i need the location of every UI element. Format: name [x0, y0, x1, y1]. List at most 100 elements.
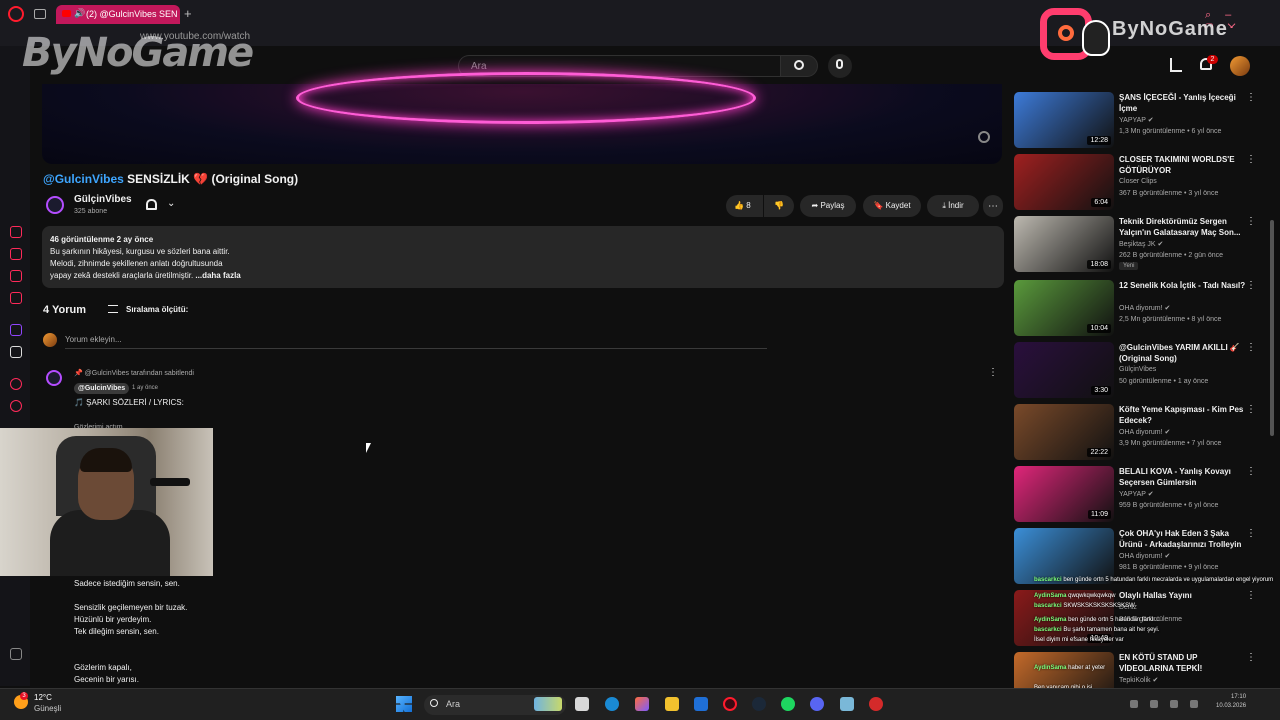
rail-history-icon[interactable] [10, 226, 22, 238]
taskbar-search-icon[interactable] [430, 699, 438, 707]
edge-icon[interactable] [605, 697, 619, 711]
tray-chevron-icon[interactable] [1130, 700, 1138, 708]
sort-button[interactable]: Sıralama ölçütü: [126, 305, 188, 314]
discord-icon[interactable] [810, 697, 824, 711]
recommendation-item[interactable]: 11:09 BELALI KOVA - Yanlış Kovayı Seçerse… [1012, 464, 1267, 522]
search-icon[interactable] [794, 60, 804, 70]
description-line: yapay zekâ destekli araçlarla üretilmişt… [50, 271, 194, 280]
channel-name[interactable]: GülçinVibes [74, 194, 132, 205]
taskbar-widget-icon[interactable] [534, 697, 562, 711]
recommendation-thumbnail[interactable]: 10:04 [1014, 280, 1114, 336]
subscribe-bell-icon[interactable] [146, 199, 157, 210]
recommendation-title[interactable]: 12 Senelik Kola İçtik - Tadı Nasıl? [1119, 280, 1251, 291]
share-button[interactable]: ➦ Paylaş [800, 195, 856, 217]
rail-x-icon[interactable] [10, 346, 22, 358]
new-tab-button[interactable]: + [184, 6, 192, 21]
steam-icon[interactable] [752, 697, 766, 711]
file-explorer-icon[interactable] [665, 697, 679, 711]
scrollbar[interactable] [1270, 220, 1274, 436]
channel-watermark-icon[interactable] [978, 131, 990, 143]
recommendation-channel[interactable]: YAPYAP ✔ [1119, 490, 1154, 498]
recommendation-channel[interactable]: OHA diyorum! ✔ [1119, 428, 1170, 436]
rail-gx-icon[interactable] [10, 648, 22, 660]
recommendation-channel[interactable]: YAPYAP ✔ [1119, 116, 1154, 124]
mic-icon[interactable] [836, 59, 843, 69]
comment-author[interactable]: @GulcinVibes [74, 383, 130, 394]
rail-player-icon[interactable] [10, 378, 22, 390]
recommendation-title[interactable]: @GulcinVibes YARIM AKILLI 🎸 (Original So… [1119, 342, 1251, 364]
video-description[interactable]: 46 görüntülenme 2 ay önce Bu şarkının hi… [42, 226, 1004, 288]
recommendation-title[interactable]: ŞANS İÇECEĞİ - Yanlış İçeceği İçme [1119, 92, 1251, 114]
comment-input[interactable]: Yorum ekleyin... [65, 335, 767, 349]
recommendation-item[interactable]: 12:28 ŞANS İÇECEĞİ - Yanlış İçeceği İçme Y… [1012, 90, 1267, 148]
comment-menu-icon[interactable]: ⋮ [988, 367, 998, 378]
recommendation-thumbnail[interactable]: 3:30 [1014, 342, 1114, 398]
recommendation-thumbnail[interactable]: 6:04 [1014, 154, 1114, 210]
comment-time[interactable]: 1 ay önce [132, 385, 158, 391]
recommendation-thumbnail[interactable]: 11:09 [1014, 466, 1114, 522]
tab-grid-icon[interactable] [34, 9, 46, 19]
recommendation-thumbnail[interactable]: 22:22 [1014, 404, 1114, 460]
recommendation-channel[interactable]: GülçinVibes [1119, 366, 1156, 373]
recommendation-channel[interactable]: OHA diyorum! ✔ [1119, 552, 1170, 560]
app-icon[interactable] [840, 697, 854, 711]
show-more-link[interactable]: ...daha fazla [195, 271, 240, 280]
recommendation-menu-icon[interactable]: ⋮ [1246, 92, 1256, 103]
system-clock[interactable]: 17:10 10.03.2026 [1216, 693, 1246, 711]
download-button[interactable]: ⤓ İndir [927, 195, 979, 217]
weather-temp[interactable]: 12°C [34, 693, 52, 702]
dislike-button[interactable]: 👎 [764, 195, 794, 217]
weather-desc[interactable]: Güneşli [34, 704, 61, 713]
recommendation-title[interactable]: Çok OHA'yı Hak Eden 3 Şaka Ürünü - Arkad… [1119, 528, 1251, 550]
recommendation-item[interactable]: 18:08 Teknik Direktörümüz Sergen Yalçın'ı… [1012, 214, 1267, 272]
store-icon[interactable] [694, 697, 708, 711]
create-upload-icon[interactable] [1170, 58, 1182, 72]
more-actions-button[interactable]: ⋯ [983, 195, 1003, 217]
like-button[interactable]: 👍 8 [726, 195, 763, 217]
save-button[interactable]: 🔖 Kaydet [863, 195, 921, 217]
recommendation-menu-icon[interactable]: ⋮ [1246, 590, 1256, 601]
tray-network-icon[interactable] [1170, 700, 1178, 708]
recommendation-title[interactable]: Teknik Direktörümüz Sergen Yalçın'ın Gal… [1119, 216, 1251, 238]
account-avatar[interactable] [1230, 56, 1250, 76]
recommendation-menu-icon[interactable]: ⋮ [1246, 216, 1256, 227]
recommendation-menu-icon[interactable]: ⋮ [1246, 404, 1256, 415]
copilot-icon[interactable] [635, 697, 649, 711]
recommendation-menu-icon[interactable]: ⋮ [1246, 154, 1256, 165]
recommendation-item[interactable]: 10:04 12 Senelik Kola İçtik - Tadı Nasıl?… [1012, 278, 1267, 336]
recommendation-menu-icon[interactable]: ⋮ [1246, 280, 1256, 291]
recommendation-menu-icon[interactable]: ⋮ [1246, 652, 1256, 663]
recommendation-channel[interactable]: Beşiktaş JK ✔ [1119, 240, 1163, 248]
recommendation-thumbnail[interactable]: 12:28 [1014, 92, 1114, 148]
speaker-icon[interactable]: 🔊 [74, 8, 85, 19]
pinned-comment-avatar[interactable] [46, 370, 62, 386]
channel-avatar[interactable] [46, 196, 64, 214]
recommendation-channel[interactable]: Closer Clips [1119, 178, 1157, 185]
recommendation-title[interactable]: CLOSER TAKIMINI WORLDS'E GÖTÜRÜYOR [1119, 154, 1251, 176]
opera-gx-taskbar-icon[interactable] [723, 697, 737, 711]
rail-twitch-icon[interactable] [10, 324, 22, 336]
tray-app-icon[interactable] [1150, 700, 1158, 708]
recommendation-menu-icon[interactable]: ⋮ [1246, 466, 1256, 477]
opera-logo-icon[interactable] [8, 6, 24, 22]
recommendation-item[interactable]: 3:30 @GulcinVibes YARIM AKILLI 🎸 (Origina… [1012, 340, 1267, 398]
app-red-icon[interactable] [869, 697, 883, 711]
rail-bag-icon[interactable] [10, 248, 22, 260]
rail-clock-icon[interactable] [10, 400, 22, 412]
recommendation-item[interactable]: 6:04 CLOSER TAKIMINI WORLDS'E GÖTÜRÜYOR Cl… [1012, 152, 1267, 210]
title-mention[interactable]: @GulcinVibes [43, 172, 124, 186]
tray-volume-icon[interactable] [1190, 700, 1198, 708]
rail-wallet-icon[interactable] [10, 270, 22, 282]
rail-messenger-icon[interactable] [10, 292, 22, 304]
sort-icon[interactable] [108, 305, 118, 313]
recommendation-item[interactable]: 22:22 Köfte Yeme Kapışması - Kim Pes Edec… [1012, 402, 1267, 460]
recommendation-channel[interactable]: OHA diyorum! ✔ [1119, 304, 1170, 312]
task-view-icon[interactable] [575, 697, 589, 711]
recommendation-thumbnail[interactable]: 18:08 [1014, 216, 1114, 272]
recommendation-title[interactable]: Köfte Yeme Kapışması - Kim Pes Edecek? [1119, 404, 1251, 426]
recommendation-menu-icon[interactable]: ⋮ [1246, 528, 1256, 539]
recommendation-menu-icon[interactable]: ⋮ [1246, 342, 1256, 353]
recommendation-title[interactable]: BELALI KOVA - Yanlış Kovayı Seçersen Güm… [1119, 466, 1251, 488]
chevron-down-icon[interactable]: ⌄ [167, 198, 175, 209]
spotify-icon[interactable] [781, 697, 795, 711]
